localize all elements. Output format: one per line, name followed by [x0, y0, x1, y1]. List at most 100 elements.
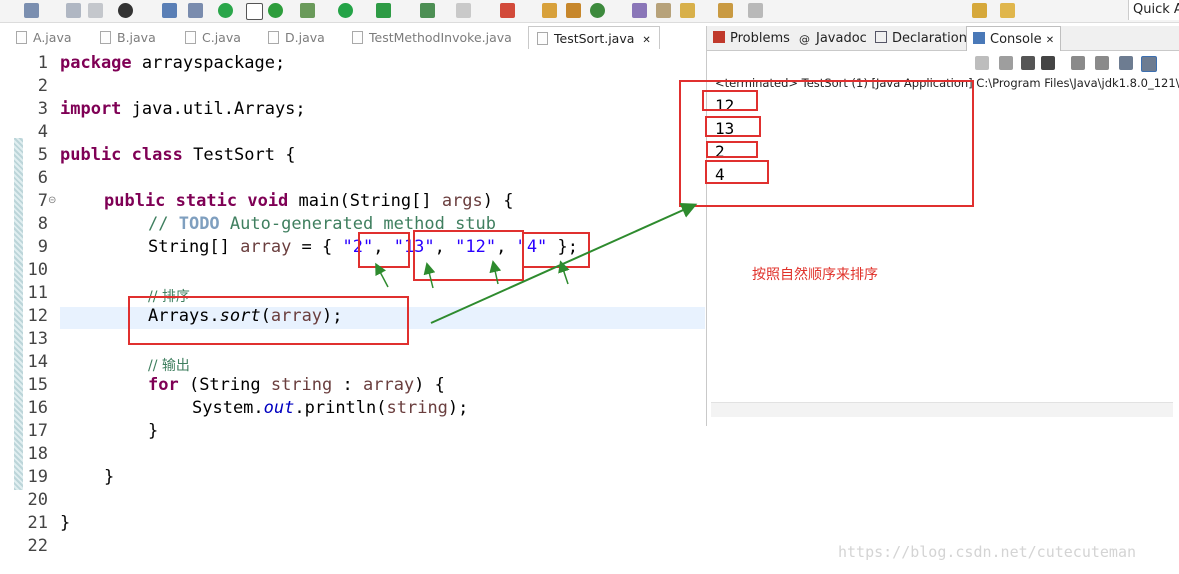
code-text: TestSort {: [182, 145, 296, 165]
line-number: 7: [37, 191, 48, 211]
tab-c-java[interactable]: C.java: [185, 26, 241, 48]
line-number: 10: [27, 260, 48, 280]
java-file-icon: [268, 31, 279, 44]
new-icon[interactable]: [24, 3, 39, 18]
build-icon[interactable]: [218, 3, 233, 18]
tab-label: TestSort.java: [554, 31, 635, 46]
annotation-box-output-2: [706, 141, 758, 158]
line-number: 4: [37, 122, 48, 142]
field: out: [263, 398, 295, 418]
open-folder-icon[interactable]: [542, 3, 557, 18]
tab-a-java[interactable]: A.java: [16, 26, 72, 48]
type-icon[interactable]: [420, 3, 435, 18]
keyword: public: [60, 145, 122, 165]
code-line: }: [104, 467, 115, 487]
back-icon[interactable]: [972, 3, 987, 18]
code-line: for (String string : array) {: [148, 375, 445, 395]
tab-declaration[interactable]: Declaration: [875, 26, 967, 50]
user-icon[interactable]: [118, 3, 133, 18]
pin-console-icon[interactable]: [1119, 56, 1133, 70]
annotate-icon[interactable]: [718, 3, 733, 18]
line-number: 6: [37, 168, 48, 188]
tab-testsort-java[interactable]: TestSort.java ✕: [528, 26, 660, 49]
horizontal-scrollbar[interactable]: [711, 402, 1173, 417]
variable: string: [270, 375, 333, 395]
code-line: }: [60, 513, 71, 533]
watermark: https://blog.csdn.net/cutecuteman: [838, 543, 1137, 561]
save-icon[interactable]: [66, 3, 81, 18]
view-tab-bar: Problems @ Javadoc Declaration Console ✕: [707, 26, 1179, 51]
annotation-box-sort-call: [128, 296, 409, 345]
run-icon[interactable]: [246, 3, 263, 20]
terminate-icon[interactable]: [999, 56, 1013, 70]
code-text: .println(: [294, 398, 387, 418]
fold-toggle-icon[interactable]: ⊝: [48, 195, 56, 206]
mark-icon[interactable]: [748, 3, 763, 18]
line-number: 22: [27, 536, 48, 556]
stop-icon[interactable]: [338, 3, 353, 18]
tab-label: C.java: [202, 30, 241, 45]
scroll-lock-icon[interactable]: [1071, 56, 1085, 70]
tab-label: TestMethodInvoke.java: [369, 30, 512, 45]
tab-label: D.java: [285, 30, 325, 45]
annotation-box-output-4: [705, 160, 769, 184]
wand-icon[interactable]: [632, 3, 647, 18]
code-text: ) {: [482, 191, 514, 211]
package-icon[interactable]: [456, 3, 471, 18]
close-icon[interactable]: ✕: [1046, 35, 1054, 46]
clear-console-icon[interactable]: [1041, 56, 1055, 70]
tab-d-java[interactable]: D.java: [268, 26, 325, 48]
line-number: 16: [27, 398, 48, 418]
tab-label: A.java: [33, 30, 72, 45]
print-icon[interactable]: [88, 3, 103, 18]
tab-javadoc[interactable]: @ Javadoc: [799, 26, 867, 50]
code-line: import java.util.Arrays;: [60, 99, 306, 119]
refresh-icon[interactable]: [500, 3, 515, 18]
line-number: 13: [27, 329, 48, 349]
profile-icon[interactable]: [268, 3, 283, 18]
change-ruler: [14, 138, 23, 490]
line-number: 17: [27, 421, 48, 441]
line-number: 8: [37, 214, 48, 234]
edit-icon[interactable]: [680, 3, 695, 18]
close-icon[interactable]: ✕: [642, 35, 650, 46]
variable: args: [441, 191, 483, 211]
tab-testmethodinvoke-java[interactable]: TestMethodInvoke.java: [352, 26, 512, 48]
tab-problems[interactable]: Problems: [713, 26, 790, 50]
external-icon[interactable]: [376, 3, 391, 18]
navigate-icon[interactable]: [656, 3, 671, 18]
editor-tab-bar: A.java B.java C.java D.java TestMethodIn…: [0, 26, 705, 49]
display-console-icon[interactable]: [1141, 56, 1157, 72]
line-number: 21: [27, 513, 48, 533]
variable: array: [362, 375, 415, 395]
java-file-icon: [352, 31, 363, 44]
coverage-icon[interactable]: [300, 3, 315, 18]
tab-console[interactable]: Console ✕: [966, 26, 1062, 51]
code-text: main(String[]: [288, 191, 442, 211]
tab-b-java[interactable]: B.java: [100, 26, 156, 48]
annotation-box-string-4: [522, 232, 590, 268]
keyword: public: [104, 191, 166, 211]
keyword: void: [247, 191, 289, 211]
at-sign-icon: @: [799, 33, 810, 46]
forward-icon[interactable]: [1000, 3, 1015, 18]
pin-icon[interactable]: [566, 3, 581, 18]
annotation-box-string-2: [358, 232, 410, 268]
search-icon[interactable]: [590, 3, 605, 18]
remove-all-icon[interactable]: [1021, 56, 1035, 70]
line-number: 11: [27, 283, 48, 303]
line-number: 9: [37, 237, 48, 257]
code-text: (String: [178, 375, 271, 395]
task-icon[interactable]: [162, 3, 177, 18]
code-line: // 输出: [148, 358, 190, 374]
word-wrap-icon[interactable]: [1095, 56, 1109, 70]
declaration-icon: [875, 31, 887, 43]
java-file-icon: [16, 31, 27, 44]
java-file-icon: [537, 32, 548, 45]
debug-icon[interactable]: [188, 3, 203, 18]
line-number: 5: [37, 145, 48, 165]
quick-access-field[interactable]: Quick Ac: [1128, 0, 1179, 20]
remove-launch-icon[interactable]: [975, 56, 989, 70]
annotation-box-output-12: [702, 90, 758, 111]
line-number: 3: [37, 99, 48, 119]
